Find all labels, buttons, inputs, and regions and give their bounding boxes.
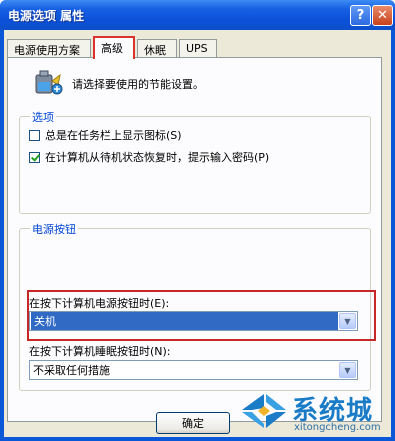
- prompt-password-option[interactable]: 在计算机从待机状态恢复时，提示输入密码(P): [29, 149, 269, 165]
- title-bar[interactable]: 电源选项 属性 ? ✕: [0, 0, 395, 30]
- options-group-title: 选项: [30, 109, 56, 125]
- prompt-password-label: 在计算机从待机状态恢复时，提示输入密码(P): [45, 151, 270, 164]
- show-icon-label: 总是在任务栏上显示图标(S): [45, 129, 182, 142]
- highlight-annotation: [27, 290, 376, 341]
- close-button[interactable]: ✕: [372, 5, 393, 26]
- sleep-button-action-value: 不采取任何措施: [33, 364, 110, 377]
- tab-power-schemes[interactable]: 电源使用方案: [7, 39, 91, 57]
- prompt-password-checkbox[interactable]: [29, 151, 40, 163]
- show-icon-option[interactable]: 总是在任务栏上显示图标(S): [29, 127, 182, 143]
- power-battery-icon: [35, 70, 63, 95]
- xitongcheng-logo-icon: [242, 394, 286, 428]
- chevron-down-icon[interactable]: ▼: [339, 362, 356, 378]
- power-options-window: 电源选项 属性 ? ✕ 电源使用方案 高级 休眠 UPS 请选择要使用的节能设置…: [0, 0, 395, 441]
- intro-text: 请选择要使用的节能设置。: [72, 78, 204, 91]
- tab-advanced[interactable]: 高级: [93, 36, 135, 59]
- sleep-button-label: 在按下计算机睡眠按钮时(N):: [29, 345, 171, 358]
- watermark: 系统城 xitongcheng.com: [240, 388, 390, 438]
- dialog-client-area: 电源使用方案 高级 休眠 UPS 请选择要使用的节能设置。 选项 总是在任务栏上…: [4, 30, 391, 437]
- options-group: 选项 总是在任务栏上显示图标(S) 在计算机从待机状态恢复时，提示输入密码(P): [19, 109, 371, 214]
- watermark-url: xitongcheng.com: [294, 422, 381, 433]
- sleep-button-action-select[interactable]: 不采取任何措施 ▼: [29, 360, 358, 380]
- ok-button[interactable]: 确定: [156, 412, 230, 434]
- tab-hibernate[interactable]: 休眠: [137, 39, 177, 57]
- advanced-tab-panel: 请选择要使用的节能设置。 选项 总是在任务栏上显示图标(S) 在计算机从待机状态…: [7, 57, 382, 422]
- show-icon-checkbox[interactable]: [29, 129, 40, 141]
- window-title: 电源选项 属性: [8, 9, 85, 23]
- help-button[interactable]: ?: [350, 5, 371, 26]
- power-buttons-group-title: 电源按钮: [30, 221, 78, 237]
- tab-ups[interactable]: UPS: [179, 39, 217, 57]
